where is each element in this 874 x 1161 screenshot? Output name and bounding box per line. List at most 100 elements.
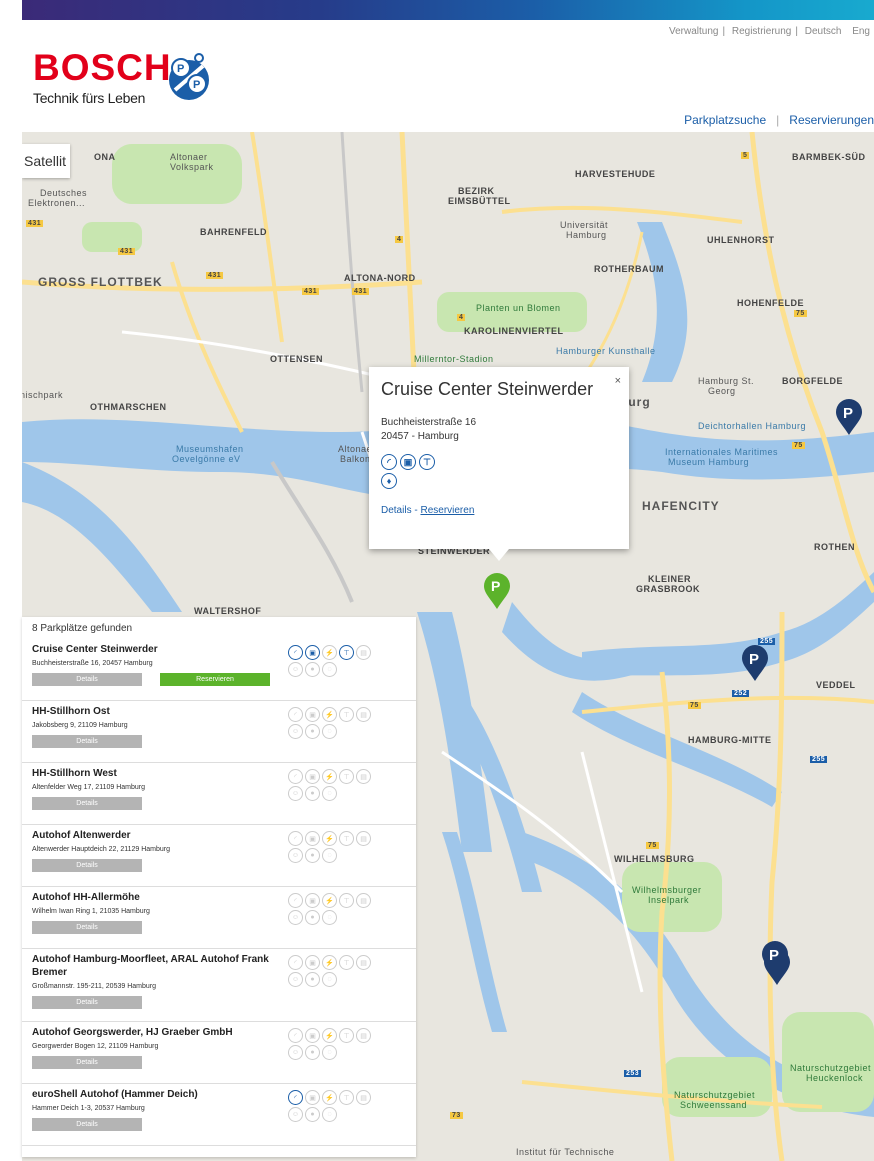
barrier-icon: ◜ — [288, 893, 303, 908]
result-item[interactable]: Autohof Hamburg-Moorfleet, ARAL Autohof … — [22, 949, 416, 1022]
road-shield: 75 — [792, 442, 805, 449]
map-label: Universität — [560, 220, 609, 230]
map-label: Schweenssand — [680, 1100, 748, 1110]
security-icon: ☺ — [288, 1107, 303, 1122]
popup-details-link[interactable]: Details — [381, 505, 412, 516]
fuel-icon: ▤ — [356, 831, 371, 846]
details-button[interactable]: Details — [32, 996, 142, 1009]
map-label: Balkon — [340, 454, 371, 464]
result-item[interactable]: Autohof HH-Allermöhe Wilhelm Iwan Ring 1… — [22, 887, 416, 949]
svg-text:P: P — [193, 79, 200, 91]
link-english[interactable]: Eng — [852, 26, 870, 37]
nav-parkplatzsuche[interactable]: Parkplatzsuche — [684, 113, 766, 127]
road-shield: 253 — [624, 1070, 642, 1077]
lighting-icon: ⊤ — [339, 769, 354, 784]
nav-reservierungen[interactable]: Reservierungen — [789, 113, 874, 127]
map-label: nischpark — [22, 390, 64, 400]
location-info-popup: Cruise Center Steinwerder × Buchheisters… — [369, 367, 629, 561]
top-links: Verwaltung | Registrierung | Deutsch Eng — [668, 26, 870, 37]
map-label: Inselpark — [648, 895, 690, 905]
road-shield: 75 — [688, 702, 701, 709]
camera-icon: ▣ — [305, 769, 320, 784]
camera-icon: ▣ — [305, 893, 320, 908]
barrier-icon: ◜ — [381, 454, 397, 470]
map-label: Hamburger Kunsthalle — [556, 346, 656, 356]
reserve-button[interactable]: Reservieren — [160, 673, 270, 686]
bosch-logo[interactable]: BOSCH Technik fürs Leben — [33, 49, 172, 106]
fuel-icon: ▤ — [356, 893, 371, 908]
result-item[interactable]: Autohof Altenwerder Altenwerder Hauptdei… — [22, 825, 416, 887]
close-icon[interactable]: × — [615, 375, 621, 387]
result-item[interactable]: HH-Stillhorn Ost Jakobsberg 9, 21109 Ham… — [22, 701, 416, 763]
map-label: VEDDEL — [816, 680, 856, 690]
popup-title: Cruise Center Steinwerder — [381, 379, 594, 399]
result-name: Cruise Center Steinwerder — [32, 644, 158, 655]
charging-icon: ⚡ — [322, 1028, 337, 1043]
link-registrierung[interactable]: Registrierung — [732, 26, 791, 37]
brand-tagline: Technik fürs Leben — [33, 90, 146, 106]
restaurant-icon: ● — [305, 972, 320, 987]
result-item[interactable]: Autohof Georgswerder, HJ Graeber GmbH Ge… — [22, 1022, 416, 1084]
map-label: Internationales Maritimes — [665, 447, 779, 457]
map-label: OTTENSEN — [270, 354, 324, 364]
fuel-icon: ▤ — [356, 1028, 371, 1043]
map-label: Wilhelmsburger — [632, 885, 702, 895]
restroom-icon: ♦ — [381, 473, 397, 489]
road-shield: 255 — [810, 756, 828, 763]
result-name: HH-Stillhorn West — [32, 768, 117, 779]
details-button[interactable]: Details — [32, 1118, 142, 1131]
map-label: Volkspark — [170, 162, 214, 172]
details-button[interactable]: Details — [32, 797, 142, 810]
map-label: Deichtorhallen Hamburg — [698, 421, 807, 431]
result-name: Autohof Hamburg-Moorfleet, ARAL Autohof … — [32, 954, 269, 978]
lighting-icon: ⊤ — [339, 1090, 354, 1105]
barrier-icon: ◜ — [288, 707, 303, 722]
map-label: KLEINER — [648, 574, 692, 584]
map-label: Planten un Blomen — [476, 303, 561, 313]
road-shield: 73 — [450, 1112, 463, 1119]
result-item[interactable]: Cruise Center Steinwerder Buchheisterstr… — [22, 639, 416, 701]
camera-icon: ▣ — [305, 831, 320, 846]
road-shield: 75 — [794, 310, 807, 317]
map-label: ROTHERBAUM — [594, 264, 664, 274]
barrier-icon: ◜ — [288, 1028, 303, 1043]
satellite-toggle-button[interactable]: Satellit — [22, 144, 70, 178]
shower-icon: ◌ — [322, 724, 337, 739]
security-icon: ☺ — [288, 972, 303, 987]
barrier-icon: ◜ — [288, 1090, 303, 1105]
map-label: WALTERSHOF — [194, 606, 262, 616]
result-item[interactable]: euroShell Autohof (Hammer Deich) Hammer … — [22, 1084, 416, 1146]
security-icon: ☺ — [288, 1045, 303, 1060]
details-button[interactable]: Details — [32, 859, 142, 872]
road-shield: 75 — [646, 842, 659, 849]
map-label: EIMSBÜTTEL — [448, 196, 511, 206]
security-icon: ☺ — [288, 724, 303, 739]
popup-street: Buchheisterstraße 16 — [381, 417, 477, 428]
map-label: ALTONA-NORD — [344, 273, 416, 283]
map-label: HAFENCITY — [642, 499, 720, 513]
lighting-icon: ⊤ — [339, 645, 354, 660]
popup-city: 20457 - Hamburg — [381, 431, 459, 442]
popup-reserve-link[interactable]: Reservieren — [420, 505, 474, 516]
road-shield: 4 — [395, 236, 404, 243]
road-shield: 5 — [741, 152, 750, 159]
selected-parking-marker[interactable]: P — [482, 572, 512, 610]
map-label: UHLENHORST — [707, 235, 775, 245]
details-button[interactable]: Details — [32, 921, 142, 934]
lighting-icon: ⊤ — [339, 831, 354, 846]
restaurant-icon: ● — [305, 910, 320, 925]
parking-marker[interactable]: P — [740, 644, 770, 682]
road-shield: 431 — [302, 288, 320, 295]
parking-marker[interactable]: P — [834, 398, 864, 436]
barrier-icon: ◜ — [288, 769, 303, 784]
parking-marker[interactable]: P — [760, 940, 790, 978]
details-button[interactable]: Details — [32, 673, 142, 686]
svg-text:P: P — [177, 63, 184, 75]
security-icon: ☺ — [288, 848, 303, 863]
details-button[interactable]: Details — [32, 735, 142, 748]
details-button[interactable]: Details — [32, 1056, 142, 1069]
link-deutsch[interactable]: Deutsch — [805, 26, 842, 37]
map-label: Naturschutzgebiet — [674, 1090, 756, 1100]
result-item[interactable]: HH-Stillhorn West Altenfelder Weg 17, 21… — [22, 763, 416, 825]
link-verwaltung[interactable]: Verwaltung — [669, 26, 718, 37]
